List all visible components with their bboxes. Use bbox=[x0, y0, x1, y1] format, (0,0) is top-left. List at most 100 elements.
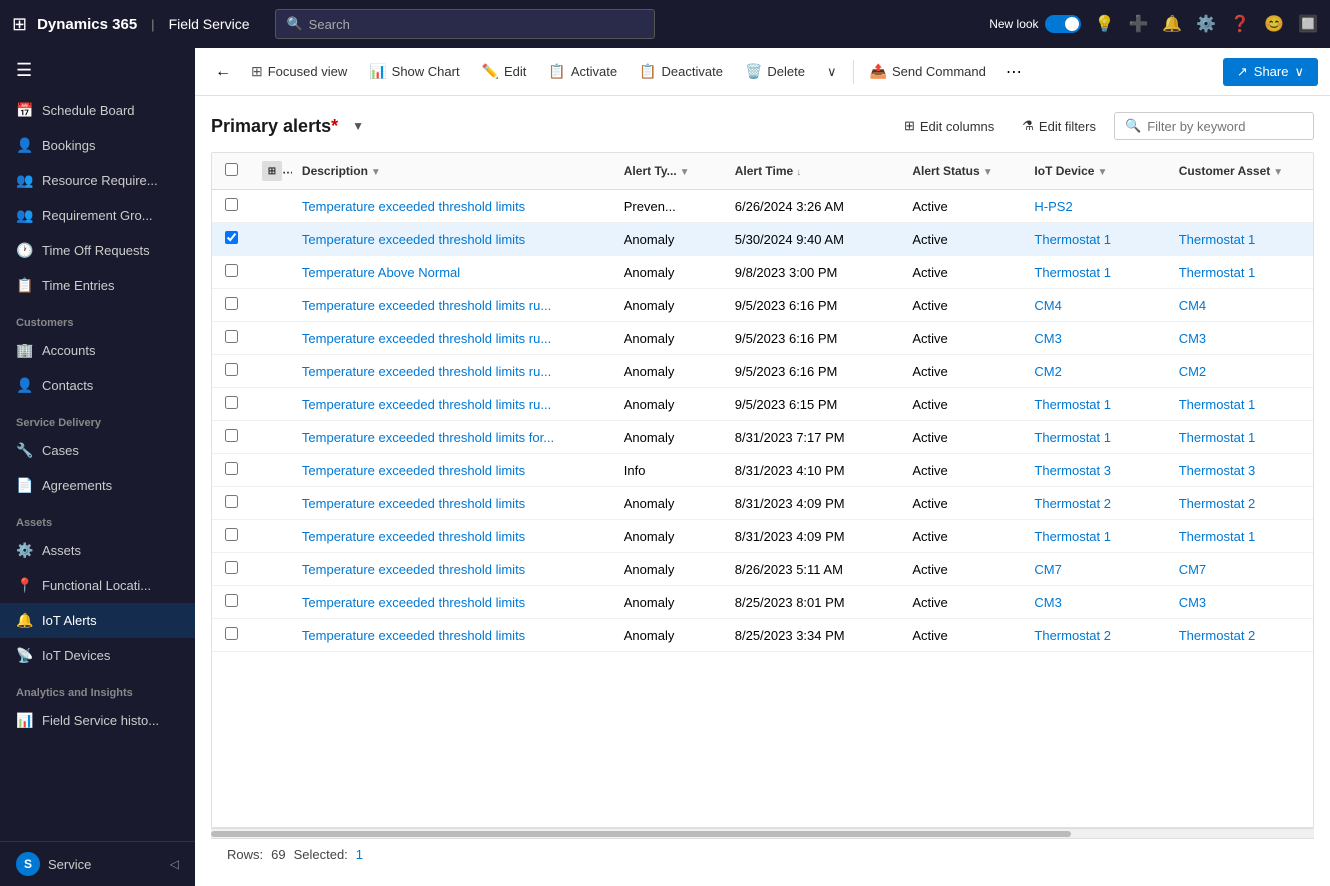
description-link[interactable]: Temperature exceeded threshold limits ru… bbox=[302, 364, 551, 379]
row-checkbox[interactable] bbox=[225, 462, 238, 475]
alert-status-header[interactable]: Alert Status▼ bbox=[902, 153, 1024, 190]
user-icon[interactable]: 😊 bbox=[1264, 14, 1284, 34]
description-cell[interactable]: Temperature exceeded threshold limits bbox=[292, 487, 614, 520]
iot-device-cell[interactable]: CM4 bbox=[1024, 289, 1168, 322]
row-checkbox-cell[interactable] bbox=[212, 421, 252, 454]
customer-asset-header[interactable]: Customer Asset▼ bbox=[1169, 153, 1313, 190]
search-bar[interactable]: 🔍 bbox=[275, 9, 655, 39]
iot-device-link[interactable]: Thermostat 1 bbox=[1034, 529, 1111, 544]
row-checkbox[interactable] bbox=[225, 198, 238, 211]
row-checkbox-cell[interactable] bbox=[212, 487, 252, 520]
description-link[interactable]: Temperature exceeded threshold limits bbox=[302, 232, 525, 247]
iot-device-cell[interactable]: CM2 bbox=[1024, 355, 1168, 388]
row-checkbox-cell[interactable] bbox=[212, 223, 252, 256]
select-all-checkbox[interactable] bbox=[225, 163, 238, 176]
sidebar-item-field-service-histo[interactable]: 📊 Field Service histo... bbox=[0, 703, 195, 738]
sidebar-item-schedule-board[interactable]: 📅 Schedule Board bbox=[0, 93, 195, 128]
customer-asset-cell[interactable]: CM2 bbox=[1169, 355, 1313, 388]
description-cell[interactable]: Temperature exceeded threshold limits ru… bbox=[292, 289, 614, 322]
sidebar-item-iot-alerts[interactable]: 🔔 IoT Alerts bbox=[0, 603, 195, 638]
customer-asset-link[interactable]: Thermostat 3 bbox=[1179, 463, 1256, 478]
customer-asset-link[interactable]: Thermostat 1 bbox=[1179, 529, 1256, 544]
share-button[interactable]: ↗ Share ∨ bbox=[1223, 58, 1318, 86]
iot-device-cell[interactable]: Thermostat 2 bbox=[1024, 487, 1168, 520]
description-cell[interactable]: Temperature Above Normal bbox=[292, 256, 614, 289]
iot-device-cell[interactable]: CM3 bbox=[1024, 322, 1168, 355]
iot-device-link[interactable]: Thermostat 1 bbox=[1034, 232, 1111, 247]
row-checkbox-cell[interactable] bbox=[212, 322, 252, 355]
description-link[interactable]: Temperature exceeded threshold limits bbox=[302, 562, 525, 577]
description-link[interactable]: Temperature exceeded threshold limits bbox=[302, 628, 525, 643]
row-checkbox[interactable] bbox=[225, 363, 238, 376]
focused-view-button[interactable]: ⊞ Focused view bbox=[241, 58, 357, 85]
customer-asset-cell[interactable] bbox=[1169, 190, 1313, 223]
description-link[interactable]: Temperature exceeded threshold limits bbox=[302, 463, 525, 478]
customer-asset-cell[interactable]: Thermostat 2 bbox=[1169, 487, 1313, 520]
description-cell[interactable]: Temperature exceeded threshold limits bbox=[292, 454, 614, 487]
filter-keyword-input[interactable] bbox=[1147, 119, 1303, 134]
plus-icon[interactable]: ➕ bbox=[1128, 14, 1148, 34]
iot-device-cell[interactable]: H-PS2 bbox=[1024, 190, 1168, 223]
description-cell[interactable]: Temperature exceeded threshold limits fo… bbox=[292, 421, 614, 454]
filter-input-container[interactable]: 🔍 bbox=[1114, 112, 1314, 140]
description-cell[interactable]: Temperature exceeded threshold limits bbox=[292, 619, 614, 652]
iot-device-cell[interactable]: Thermostat 1 bbox=[1024, 223, 1168, 256]
description-cell[interactable]: Temperature exceeded threshold limits ru… bbox=[292, 388, 614, 421]
row-checkbox[interactable] bbox=[225, 528, 238, 541]
description-cell[interactable]: Temperature exceeded threshold limits ru… bbox=[292, 322, 614, 355]
iot-device-cell[interactable]: Thermostat 2 bbox=[1024, 619, 1168, 652]
back-button[interactable]: ← bbox=[207, 58, 239, 86]
row-checkbox[interactable] bbox=[225, 396, 238, 409]
sidebar-item-functional-locati[interactable]: 📍 Functional Locati... bbox=[0, 568, 195, 603]
hamburger-icon[interactable]: ☰ bbox=[0, 48, 195, 93]
apps-icon[interactable]: 🔲 bbox=[1298, 14, 1318, 34]
lightbulb-icon[interactable]: 💡 bbox=[1095, 14, 1115, 34]
row-checkbox-cell[interactable] bbox=[212, 520, 252, 553]
description-link[interactable]: Temperature exceeded threshold limits fo… bbox=[302, 430, 554, 445]
title-dropdown-arrow[interactable]: ▼ bbox=[352, 119, 364, 133]
row-checkbox[interactable] bbox=[225, 594, 238, 607]
row-checkbox-cell[interactable] bbox=[212, 619, 252, 652]
edit-filters-button[interactable]: ⚗ Edit filters bbox=[1012, 113, 1106, 139]
row-checkbox-cell[interactable] bbox=[212, 553, 252, 586]
row-checkbox-cell[interactable] bbox=[212, 190, 252, 223]
customer-asset-link[interactable]: Thermostat 1 bbox=[1179, 397, 1256, 412]
description-cell[interactable]: Temperature exceeded threshold limits bbox=[292, 520, 614, 553]
iot-device-link[interactable]: Thermostat 1 bbox=[1034, 430, 1111, 445]
iot-device-link[interactable]: CM3 bbox=[1034, 595, 1061, 610]
activate-button[interactable]: 📋 Activate bbox=[538, 58, 627, 85]
customer-asset-cell[interactable]: Thermostat 1 bbox=[1169, 388, 1313, 421]
description-cell[interactable]: Temperature exceeded threshold limits ru… bbox=[292, 355, 614, 388]
sidebar-item-time-off[interactable]: 🕐 Time Off Requests bbox=[0, 233, 195, 268]
sidebar-item-requirement-gro[interactable]: 👥 Requirement Gro... bbox=[0, 198, 195, 233]
customer-asset-cell[interactable]: Thermostat 1 bbox=[1169, 421, 1313, 454]
description-link[interactable]: Temperature exceeded threshold limits ru… bbox=[302, 331, 551, 346]
row-checkbox-cell[interactable] bbox=[212, 289, 252, 322]
description-link[interactable]: Temperature exceeded threshold limits bbox=[302, 595, 525, 610]
show-chart-button[interactable]: 📊 Show Chart bbox=[359, 58, 469, 85]
description-cell[interactable]: Temperature exceeded threshold limits bbox=[292, 190, 614, 223]
sidebar-item-service[interactable]: S Service ◁ bbox=[0, 841, 195, 886]
iot-device-cell[interactable]: CM3 bbox=[1024, 586, 1168, 619]
sidebar-item-contacts[interactable]: 👤 Contacts bbox=[0, 368, 195, 403]
edit-columns-button[interactable]: ⊞ Edit columns bbox=[894, 113, 1004, 139]
customer-asset-link[interactable]: CM2 bbox=[1179, 364, 1206, 379]
iot-device-cell[interactable]: Thermostat 1 bbox=[1024, 388, 1168, 421]
row-checkbox[interactable] bbox=[225, 231, 238, 244]
row-checkbox-cell[interactable] bbox=[212, 256, 252, 289]
horizontal-scrollbar[interactable] bbox=[211, 828, 1314, 838]
customer-asset-cell[interactable]: Thermostat 1 bbox=[1169, 520, 1313, 553]
iot-device-cell[interactable]: Thermostat 3 bbox=[1024, 454, 1168, 487]
row-checkbox[interactable] bbox=[225, 627, 238, 640]
row-checkbox-cell[interactable] bbox=[212, 355, 252, 388]
row-checkbox[interactable] bbox=[225, 297, 238, 310]
description-link[interactable]: Temperature exceeded threshold limits bbox=[302, 496, 525, 511]
settings-icon[interactable]: ⚙️ bbox=[1196, 14, 1216, 34]
customer-asset-cell[interactable]: CM4 bbox=[1169, 289, 1313, 322]
customer-asset-link[interactable]: Thermostat 2 bbox=[1179, 628, 1256, 643]
grid-icon[interactable]: ⊞ bbox=[12, 14, 27, 35]
alert-type-header[interactable]: Alert Ty...▼ bbox=[614, 153, 725, 190]
iot-device-cell[interactable]: Thermostat 1 bbox=[1024, 421, 1168, 454]
description-link[interactable]: Temperature exceeded threshold limits ru… bbox=[302, 298, 551, 313]
description-link[interactable]: Temperature Above Normal bbox=[302, 265, 460, 280]
